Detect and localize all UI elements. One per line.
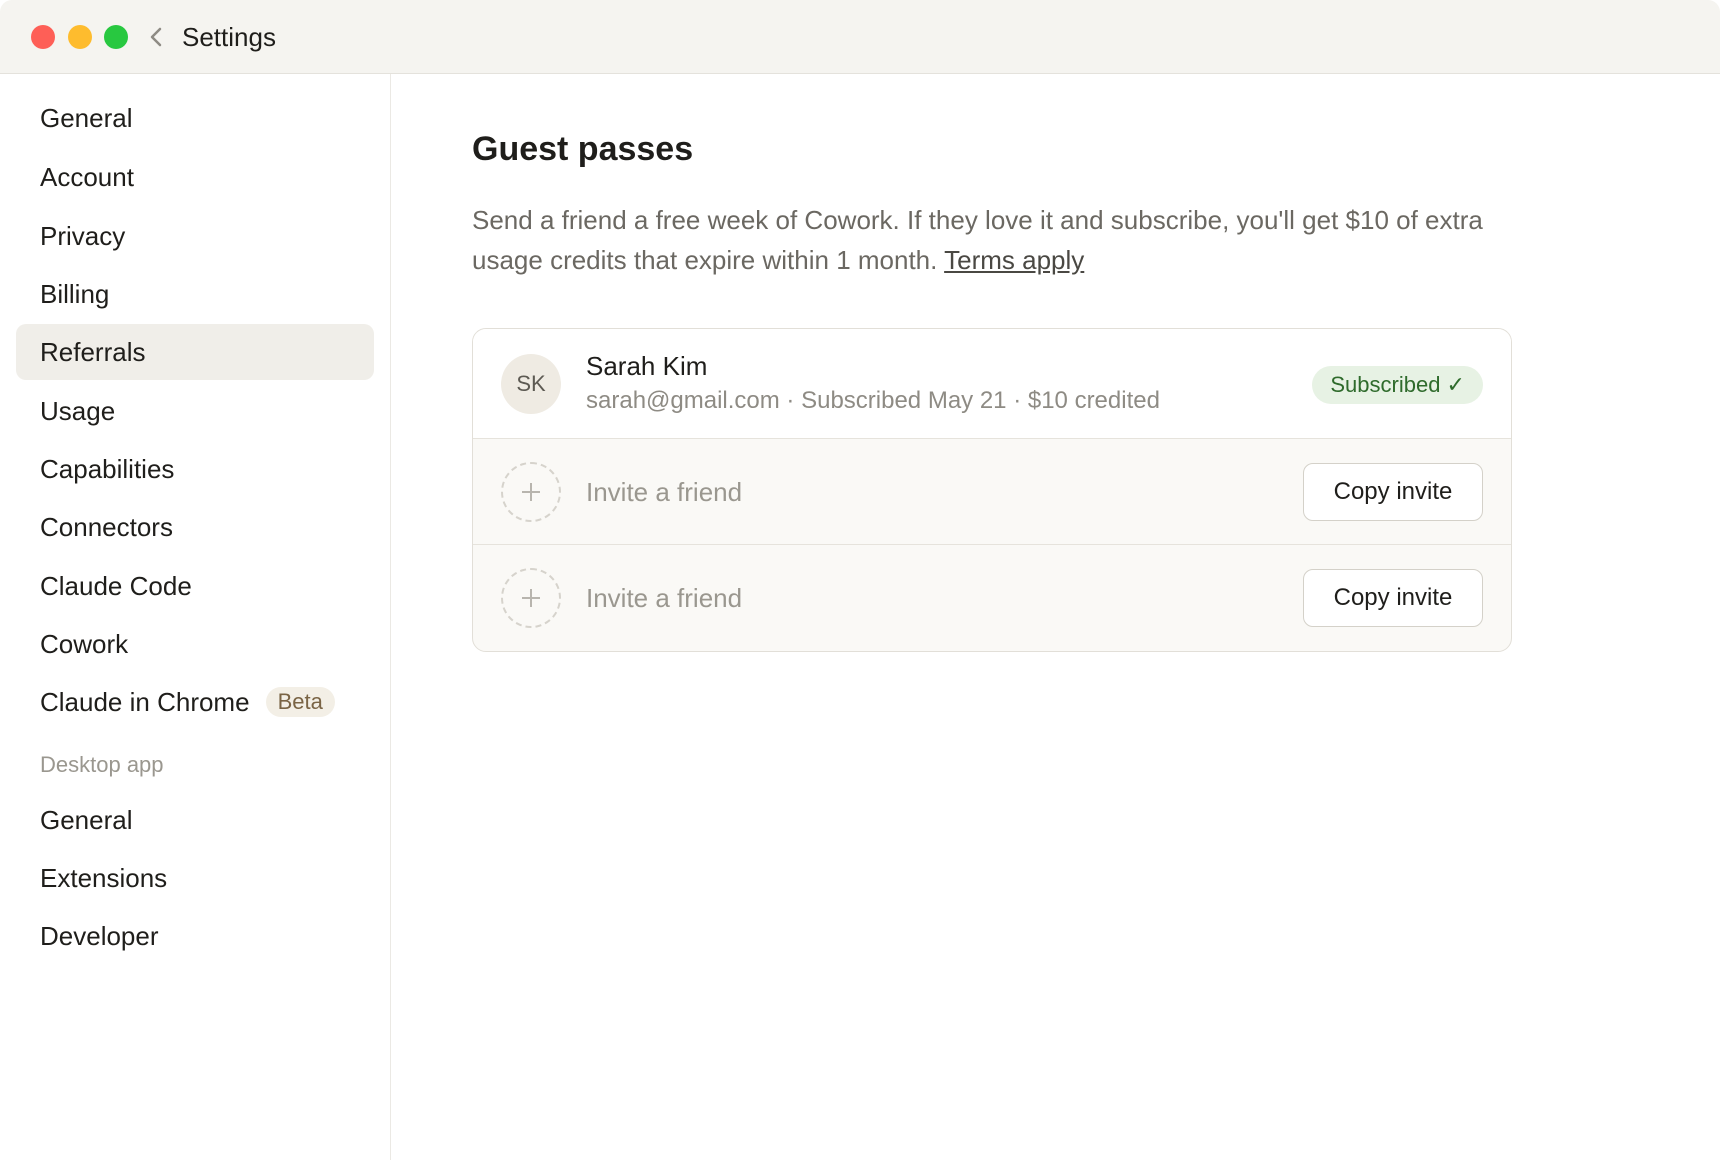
sidebar-item-capabilities[interactable]: Capabilities <box>16 441 374 497</box>
terms-link[interactable]: Terms apply <box>944 245 1084 275</box>
window-title: Settings <box>182 22 276 52</box>
sidebar-item-label: Privacy <box>40 220 126 251</box>
sidebar-item-label: Claude in Chrome <box>40 686 250 717</box>
close-window-button[interactable] <box>31 25 55 49</box>
sidebar-item-connectors[interactable]: Connectors <box>16 499 374 555</box>
settings-window: Settings General Account Privacy Billing… <box>0 0 1720 1160</box>
chevron-left-icon[interactable] <box>146 22 166 52</box>
copy-invite-button[interactable]: Copy invite <box>1303 569 1483 627</box>
beta-badge: Beta <box>265 687 335 717</box>
guest-passes-card: SK Sarah Kim sarah@gmail.com · Subscribe… <box>472 328 1512 652</box>
sidebar-item-label: Connectors <box>40 511 173 542</box>
referral-meta: sarah@gmail.com · Subscribed May 21 · $1… <box>586 387 1160 414</box>
referrals-panel: Guest passes Send a friend a free week o… <box>392 74 1720 1160</box>
add-friend-icon[interactable] <box>501 462 561 522</box>
referral-name: Sarah Kim <box>586 351 708 381</box>
sidebar-item-label: Usage <box>40 395 116 426</box>
sidebar-item-label: General <box>40 804 133 835</box>
sidebar-item-label: Capabilities <box>40 453 175 484</box>
sidebar-item-claude-in-chrome[interactable]: Claude in Chrome Beta <box>16 674 374 730</box>
referral-row: SK Sarah Kim sarah@gmail.com · Subscribe… <box>473 329 1511 439</box>
sidebar-item-general[interactable]: General <box>16 90 374 146</box>
sidebar-item-referrals[interactable]: Referrals <box>16 324 374 380</box>
status-badge: Subscribed ✓ <box>1312 366 1483 404</box>
sidebar-item-extensions[interactable]: Extensions <box>16 850 374 906</box>
sidebar-item-usage[interactable]: Usage <box>16 383 374 439</box>
invite-row: Invite a friend Copy invite <box>473 545 1511 651</box>
settings-sidebar: General Account Privacy Billing Referral… <box>0 74 391 1160</box>
sidebar-item-label: General <box>40 102 133 133</box>
page-description: Send a friend a free week of Cowork. If … <box>472 200 1532 280</box>
copy-invite-button[interactable]: Copy invite <box>1303 463 1483 521</box>
sidebar-item-label: Referrals <box>40 336 146 367</box>
title-bar: Settings <box>0 0 1720 74</box>
page-title: Guest passes <box>472 130 694 168</box>
add-friend-icon[interactable] <box>501 568 561 628</box>
sidebar-item-account[interactable]: Account <box>16 149 374 205</box>
sidebar-item-label: Account <box>40 161 134 192</box>
sidebar-item-cowork[interactable]: Cowork <box>16 616 374 672</box>
minimize-window-button[interactable] <box>68 25 92 49</box>
sidebar-item-label: Cowork <box>40 628 129 659</box>
sidebar-item-developer[interactable]: Developer <box>16 908 374 964</box>
sidebar-item-label: Billing <box>40 278 110 309</box>
avatar: SK <box>501 354 561 414</box>
invite-row: Invite a friend Copy invite <box>473 439 1511 545</box>
sidebar-item-billing[interactable]: Billing <box>16 266 374 322</box>
sidebar-item-label: Extensions <box>40 862 168 893</box>
maximize-window-button[interactable] <box>104 25 128 49</box>
sidebar-item-claude-code[interactable]: Claude Code <box>16 558 374 614</box>
sidebar-section-desktop-app: Desktop app <box>40 752 164 777</box>
sidebar-item-desktop-general[interactable]: General <box>16 792 374 848</box>
sidebar-item-privacy[interactable]: Privacy <box>16 208 374 264</box>
sidebar-item-label: Claude Code <box>40 570 192 601</box>
sidebar-item-label: Developer <box>40 920 159 951</box>
invite-label: Invite a friend <box>586 583 743 613</box>
invite-label: Invite a friend <box>586 477 743 507</box>
